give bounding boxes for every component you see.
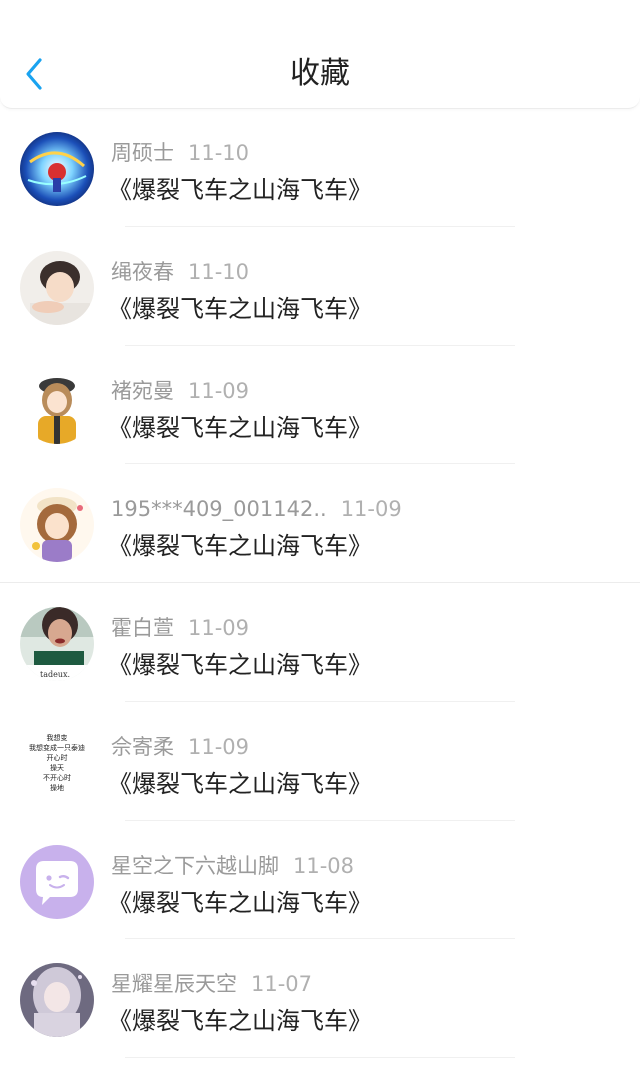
- item-meta: 周硕士 11-10: [111, 138, 249, 168]
- item-title[interactable]: 《爆裂飞车之山海飞车》: [108, 410, 372, 446]
- avatar[interactable]: [20, 250, 94, 325]
- user-name: 绳夜春: [111, 259, 174, 284]
- user-name: 星耀星辰天空: [111, 972, 237, 997]
- favorites-list: 周硕士 11-10 《爆裂飞车之山海飞车》 绳夜春 11-10 《爆裂飞车之山海飞车…: [0, 108, 640, 1058]
- avatar-caption-line: 操天: [50, 763, 64, 772]
- item-meta: 霍白萱 11-09: [111, 613, 249, 643]
- avatar[interactable]: 我想变 我想变成一只泰迪 开心时 操天 不开心时 操地: [20, 725, 94, 800]
- item-title[interactable]: 《爆裂飞车之山海飞车》: [108, 766, 372, 802]
- item-meta: 195***409_001142.. 11-09: [111, 494, 402, 524]
- item-title[interactable]: 《爆裂飞车之山海飞车》: [108, 528, 372, 564]
- item-title[interactable]: 《爆裂飞车之山海飞车》: [108, 172, 372, 208]
- avatar[interactable]: [20, 963, 94, 1038]
- item-meta: 星耀星辰天空 11-07: [111, 969, 312, 999]
- list-item[interactable]: 褚宛曼 11-09 《爆裂飞车之山海飞车》: [0, 346, 640, 465]
- user-name: 佘寄柔: [111, 734, 174, 759]
- item-meta: 佘寄柔 11-09: [111, 732, 249, 762]
- page-title: 收藏: [290, 56, 350, 91]
- user-name: 星空之下六越山脚: [111, 853, 279, 878]
- top-bar: 收藏: [0, 0, 640, 109]
- avatar[interactable]: [20, 488, 94, 563]
- item-title[interactable]: 《爆裂飞车之山海飞车》: [108, 291, 372, 327]
- list-item[interactable]: 195***409_001142.. 11-09 《爆裂飞车之山海飞车》: [0, 464, 640, 583]
- item-meta: 褚宛曼 11-09: [111, 376, 249, 406]
- list-item[interactable]: 周硕士 11-10 《爆裂飞车之山海飞车》: [0, 108, 640, 227]
- avatar-caption-line: 我想变成一只泰迪: [29, 743, 85, 752]
- item-title[interactable]: 《爆裂飞车之山海飞车》: [108, 1003, 372, 1039]
- svg-text:tadeux.: tadeux.: [40, 670, 70, 679]
- avatar[interactable]: [20, 369, 94, 444]
- list-item[interactable]: 星空之下六越山脚 11-08 《爆裂飞车之山海飞车》: [0, 821, 640, 940]
- item-date: 11-07: [251, 972, 313, 997]
- item-date: 11-09: [188, 616, 250, 640]
- item-date: 11-08: [293, 853, 355, 878]
- item-meta: 星空之下六越山脚 11-08: [111, 851, 354, 881]
- item-title[interactable]: 《爆裂飞车之山海飞车》: [108, 885, 372, 921]
- item-date: 11-09: [340, 497, 402, 522]
- list-item[interactable]: 绳夜春 11-10 《爆裂飞车之山海飞车》: [0, 227, 640, 346]
- avatar-caption-line: 开心时: [47, 753, 68, 762]
- list-item[interactable]: 星耀星辰天空 11-07 《爆裂飞车之山海飞车》: [0, 939, 640, 1058]
- list-item[interactable]: tadeux. 霍白萱 11-09 《爆裂飞车之山海飞车》: [0, 583, 640, 702]
- item-date: 11-10: [188, 141, 250, 165]
- user-name: 195***409_001142..: [111, 497, 327, 522]
- user-name: 褚宛曼: [111, 378, 174, 403]
- divider: [125, 1057, 515, 1058]
- avatar[interactable]: tadeux.: [20, 607, 94, 681]
- avatar[interactable]: [20, 132, 94, 206]
- item-meta: 绳夜春 11-10: [111, 257, 249, 287]
- avatar-caption-line: 操地: [50, 783, 64, 792]
- avatar-caption-line: 我想变: [47, 733, 68, 742]
- avatar-caption-line: 不开心时: [43, 773, 71, 782]
- item-date: 11-09: [188, 378, 250, 403]
- item-date: 11-10: [188, 259, 250, 284]
- list-item[interactable]: 我想变 我想变成一只泰迪 开心时 操天 不开心时 操地 佘寄柔 11-09 《爆裂…: [0, 702, 640, 821]
- item-date: 11-09: [188, 734, 250, 759]
- item-title[interactable]: 《爆裂飞车之山海飞车》: [108, 647, 372, 683]
- user-name: 周硕士: [111, 141, 174, 165]
- avatar[interactable]: [20, 844, 94, 919]
- user-name: 霍白萱: [111, 616, 174, 640]
